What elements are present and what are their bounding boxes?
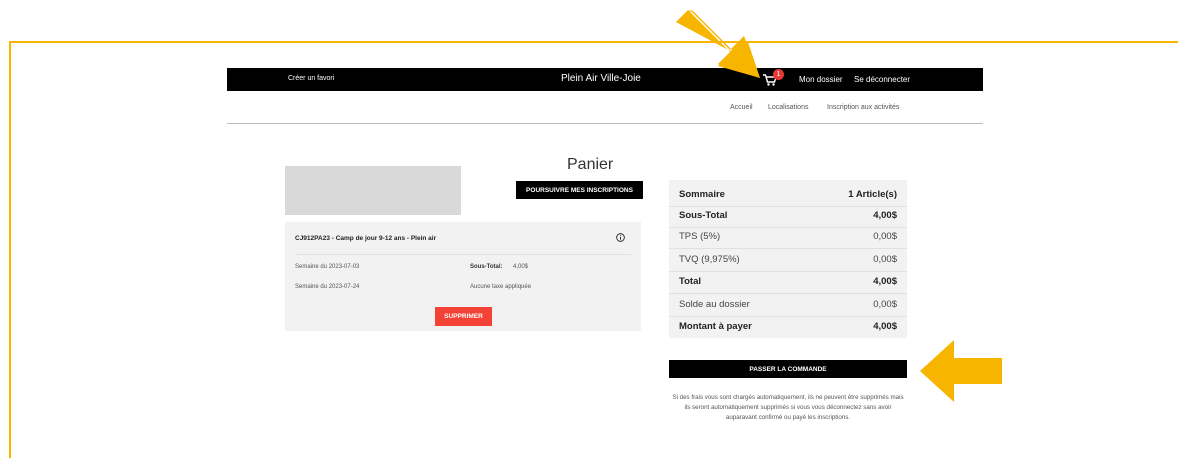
summary-row-value: 4,00$ <box>873 276 897 287</box>
summary-panel: Sommaire 1 Article(s) Sous-Total 4,00$ T… <box>669 180 907 338</box>
page-title: Panier <box>567 156 614 173</box>
summary-row: TVQ (9,975%) 0,00$ <box>679 254 897 270</box>
nav-item-home[interactable]: Accueil <box>730 104 753 111</box>
nav-item-activity-registration[interactable]: Inscription aux activités <box>827 104 899 111</box>
summary-row: Montant à payer 4,00$ <box>679 321 897 337</box>
annotation-arrow-icon <box>676 10 760 78</box>
summary-row-value: 0,00$ <box>873 299 897 310</box>
summary-divider <box>669 293 907 294</box>
tax-note: Aucune taxe appliquée <box>470 284 532 290</box>
summary-count: 1 Article(s) <box>848 189 897 200</box>
summary-row-value: 4,00$ <box>873 321 897 332</box>
week-1: Semaine du 2023-07-03 <box>295 264 360 270</box>
summary-row: Total 4,00$ <box>679 276 897 292</box>
summary-divider <box>669 316 907 317</box>
summary-row-value: 4,00$ <box>873 210 897 221</box>
cart-item-title: CJ912PA23 - Camp de jour 9-12 ans - Plei… <box>295 235 437 242</box>
delete-button[interactable]: SUPPRIMER <box>435 307 492 326</box>
summary-row-label: TVQ (9,975%) <box>679 254 740 265</box>
week-2: Semaine du 2023-07-24 <box>295 284 360 290</box>
summary-row-label: Total <box>679 276 701 287</box>
place-order-button[interactable]: PASSER LA COMMANDE <box>669 360 907 378</box>
item-subtotal-label: Sous-Total: <box>470 264 503 270</box>
item-subtotal-value: 4,00$ <box>513 264 529 270</box>
summary-row-label: TPS (5%) <box>679 231 721 242</box>
summary-divider <box>669 227 907 228</box>
summary-row-label: Solde au dossier <box>679 299 750 310</box>
auto-fee-notice: Si des frais vous sont chargés automatiq… <box>672 394 904 421</box>
my-account-link[interactable]: Mon dossier <box>799 75 843 84</box>
summary-title: Sommaire <box>679 189 725 200</box>
image-placeholder <box>285 166 461 215</box>
create-favorite-link[interactable]: Créer un favori <box>288 75 334 82</box>
summary-header: Sommaire 1 Article(s) <box>679 189 897 205</box>
summary-divider <box>669 206 907 207</box>
logout-link[interactable]: Se déconnecter <box>854 75 910 84</box>
summary-row: TPS (5%) 0,00$ <box>679 231 897 247</box>
annotation-arrow-icon <box>920 340 1002 402</box>
summary-row-value: 0,00$ <box>873 231 897 242</box>
summary-row-label: Sous-Total <box>679 210 728 221</box>
item-divider <box>295 254 631 255</box>
summary-row-label: Montant à payer <box>679 321 752 332</box>
summary-row-value: 0,00$ <box>873 254 897 265</box>
info-icon[interactable] <box>616 233 625 242</box>
top-bar: Créer un favori Plein Air Ville-Joie 1 M… <box>227 68 983 91</box>
summary-divider <box>669 248 907 249</box>
cart-item-card: CJ912PA23 - Camp de jour 9-12 ans - Plei… <box>285 222 641 331</box>
nav-item-locations[interactable]: Localisations <box>768 104 808 111</box>
summary-row: Sous-Total 4,00$ <box>679 210 897 226</box>
cart-count-badge: 1 <box>773 69 784 80</box>
main-nav: Accueil Localisations Inscription aux ac… <box>227 91 983 124</box>
brand-title[interactable]: Plein Air Ville-Joie <box>561 73 641 84</box>
continue-registrations-button[interactable]: POURSUIVRE MES INSCRIPTIONS <box>516 181 643 199</box>
summary-divider <box>669 271 907 272</box>
summary-row: Solde au dossier 0,00$ <box>679 299 897 315</box>
